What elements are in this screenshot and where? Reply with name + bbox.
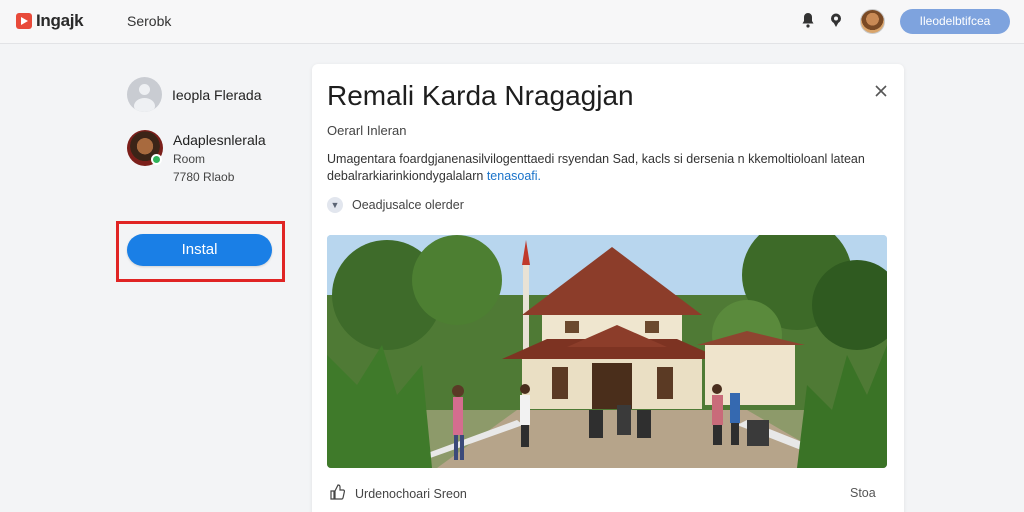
header-action-button[interactable]: Ileodelbtifcea (900, 9, 1010, 34)
card-subtitle: Oerarl Inleran (327, 123, 407, 138)
description-text: Umagentara foardgjanenasilvilogenttaedi … (327, 152, 865, 183)
profile-item-1[interactable]: Ieopla Flerada (127, 77, 262, 112)
profile-line-1: Room (173, 152, 206, 166)
description-link[interactable]: tenasoafi. (487, 169, 541, 183)
search-link[interactable]: Serobk (127, 13, 171, 29)
footer-right-link[interactable]: Stoa (850, 486, 876, 500)
profile-name: Ieopla Flerada (172, 86, 262, 103)
profile-name: Adaplesnlerala (173, 132, 266, 148)
location-icon: ▼ (327, 197, 343, 213)
pin-icon[interactable] (827, 12, 845, 30)
profile-item-2[interactable]: Adaplesnlerala Room 7780 Rlaob (127, 130, 266, 184)
temple-photo[interactable] (327, 235, 887, 468)
profile-line-2: 7780 Rlaob (173, 170, 235, 184)
online-status-icon (151, 154, 162, 165)
app-logo[interactable]: Ingajk (16, 11, 84, 31)
card-description: Umagentara foardgjanenasilvilogenttaedi … (327, 151, 877, 185)
user-avatar[interactable] (860, 9, 885, 34)
profile-details: Adaplesnlerala Room 7780 Rlaob (173, 130, 266, 184)
thumbs-up-icon (329, 484, 346, 504)
meta-row: ▼ Oeadjusalce olerder (327, 197, 464, 213)
logo-icon (16, 13, 32, 29)
top-bar: Ingajk Serobk Ileodelbtifcea (0, 0, 1024, 44)
bell-icon[interactable] (799, 12, 817, 30)
post-card: Remali Karda Nragagjan Oerarl Inleran Um… (312, 64, 904, 512)
install-button[interactable]: Instal (127, 234, 272, 266)
close-icon[interactable] (875, 84, 887, 102)
like-row[interactable]: Urdenochoari Sreon (329, 484, 467, 504)
temple-photo-illustration (327, 235, 887, 468)
avatar (127, 130, 163, 166)
meta-text: Oeadjusalce olerder (352, 198, 464, 212)
like-label: Urdenochoari Sreon (355, 487, 467, 501)
card-title: Remali Karda Nragagjan (327, 80, 634, 111)
logo-text: Ingajk (36, 11, 84, 30)
avatar-placeholder-icon (127, 77, 162, 112)
